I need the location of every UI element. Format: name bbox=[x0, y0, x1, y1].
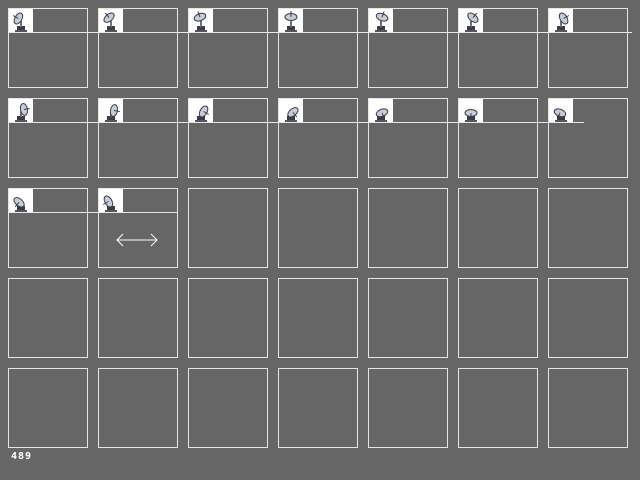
satellite-dish-icon bbox=[459, 99, 483, 123]
satellite-dish-icon bbox=[279, 99, 303, 123]
row-guide-line bbox=[8, 32, 632, 33]
frame-cell[interactable] bbox=[98, 98, 178, 178]
frame-cell[interactable] bbox=[548, 368, 628, 448]
frame-cell[interactable] bbox=[458, 8, 538, 88]
frame-cell[interactable] bbox=[278, 98, 358, 178]
frame-cell[interactable] bbox=[8, 188, 88, 268]
satellite-dish-icon bbox=[9, 9, 33, 33]
satellite-dish-icon bbox=[459, 9, 483, 33]
satellite-dish-icon bbox=[9, 189, 33, 213]
row-guide-line bbox=[8, 122, 584, 123]
frame-cell[interactable] bbox=[548, 188, 628, 268]
frame-cell[interactable] bbox=[98, 278, 178, 358]
horizontal-resize-cursor-icon bbox=[116, 233, 158, 247]
satellite-dish-icon bbox=[279, 9, 303, 33]
frame-counter: 489 bbox=[11, 451, 33, 462]
frame-cell[interactable] bbox=[458, 278, 538, 358]
frame-cell[interactable] bbox=[368, 188, 448, 268]
satellite-dish-icon bbox=[189, 99, 213, 123]
frame-cell[interactable] bbox=[98, 8, 178, 88]
frame-cell[interactable] bbox=[368, 8, 448, 88]
frame-cell[interactable] bbox=[188, 98, 268, 178]
satellite-dish-icon bbox=[99, 9, 123, 33]
frame-cell[interactable] bbox=[458, 188, 538, 268]
frame-cell[interactable] bbox=[188, 278, 268, 358]
frame-cell[interactable] bbox=[458, 98, 538, 178]
frame-cell[interactable] bbox=[8, 278, 88, 358]
frame-cell[interactable] bbox=[98, 368, 178, 448]
frame-cell[interactable] bbox=[278, 8, 358, 88]
satellite-dish-icon bbox=[549, 9, 573, 33]
satellite-dish-icon bbox=[549, 99, 573, 123]
frame-cell[interactable] bbox=[548, 98, 628, 178]
frame-cell[interactable] bbox=[368, 98, 448, 178]
frame-cell[interactable] bbox=[368, 278, 448, 358]
satellite-dish-icon bbox=[99, 189, 123, 213]
frame-cell[interactable] bbox=[8, 8, 88, 88]
frame-cell[interactable] bbox=[278, 368, 358, 448]
frame-cell[interactable] bbox=[8, 98, 88, 178]
satellite-dish-icon bbox=[189, 9, 213, 33]
frame-cell[interactable] bbox=[278, 278, 358, 358]
satellite-dish-icon bbox=[369, 9, 393, 33]
frame-cell[interactable] bbox=[368, 368, 448, 448]
frame-cell[interactable] bbox=[98, 188, 178, 268]
frame-cell[interactable] bbox=[458, 368, 538, 448]
sprite-frame-grid bbox=[0, 0, 640, 480]
satellite-dish-icon bbox=[9, 99, 33, 123]
frame-cell[interactable] bbox=[188, 8, 268, 88]
frame-cell[interactable] bbox=[548, 8, 628, 88]
frame-cell[interactable] bbox=[8, 368, 88, 448]
satellite-dish-icon bbox=[99, 99, 123, 123]
frame-cell[interactable] bbox=[548, 278, 628, 358]
frame-cell[interactable] bbox=[188, 368, 268, 448]
frame-cell[interactable] bbox=[278, 188, 358, 268]
satellite-dish-icon bbox=[369, 99, 393, 123]
frame-cell[interactable] bbox=[188, 188, 268, 268]
row-guide-line bbox=[8, 212, 178, 213]
